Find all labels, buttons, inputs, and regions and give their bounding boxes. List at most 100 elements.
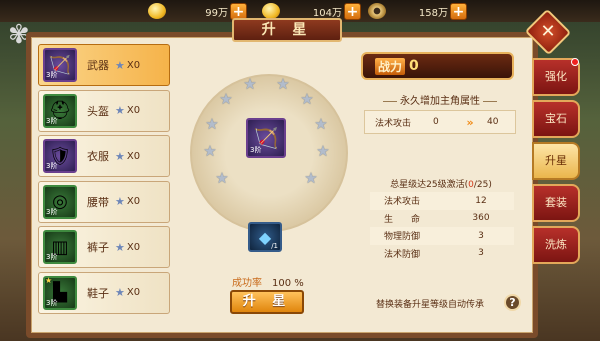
tab-star-upgrade[interactable]: 升星 — [532, 142, 580, 180]
double-arrow-icon: » — [466, 115, 474, 129]
tab-gem[interactable]: 宝石 — [532, 100, 580, 138]
attribute-next: 40 — [487, 117, 499, 127]
side-tabs: 强化 宝石 升星 套装 洗炼 — [532, 58, 580, 268]
item-name: 腰带 — [87, 195, 109, 209]
item-name: 鞋子 — [87, 286, 109, 300]
star-icon: ★ — [215, 169, 229, 187]
equipment-list[interactable]: 🏹 3阶 武器 ★ X0 ⛑ 3阶 头盔 ★ X0 🛡 3阶 衣服 ★ X0 ◎ 3阶 … — [38, 44, 170, 314]
item-star-count: X0 — [126, 150, 141, 162]
stat-value: 3 — [478, 230, 484, 241]
item-level: 3阶 — [46, 207, 58, 216]
inherit-note: 替换装备升星等级自动传承 — [376, 300, 485, 310]
stat-value: 12 — [475, 195, 487, 206]
item-star-count: X0 — [126, 105, 141, 116]
star-icon: ★ — [314, 115, 328, 133]
item-level: 3阶 — [46, 71, 58, 79]
stat-name: 法术防御 — [384, 249, 421, 260]
equipment-item-weapon[interactable]: 🏹 3阶 武器 ★ X0 — [38, 44, 170, 86]
belt-icon: ◎ 3阶 — [43, 184, 77, 219]
add-currency-button[interactable]: + — [344, 2, 361, 20]
currency-value: 104万 — [312, 7, 342, 19]
star-icon: ★ — [115, 104, 125, 117]
permanent-bonus-heading: 永久增加主角属性 — [370, 92, 510, 107]
star-icon: ★ — [316, 142, 330, 160]
permanent-attribute-row: 法术攻击 0 » 40 — [364, 110, 516, 134]
blue-gem-icon: ◆ — [258, 227, 272, 247]
pants-icon: ▥ 3阶 — [43, 230, 77, 264]
close-icon: ✕ — [540, 21, 556, 42]
item-name: 衣服 — [87, 150, 109, 163]
stat-row: 物理防御 3 — [370, 227, 514, 245]
stat-value: 3 — [478, 248, 484, 259]
star-icon: ★ — [115, 195, 125, 208]
item-level: 3阶 — [250, 146, 262, 154]
currency-value: 99万 — [205, 7, 228, 19]
helmet-icon: ⛑ 3阶 — [43, 93, 77, 128]
star-upgrade-button[interactable]: 升 星 — [230, 290, 304, 314]
success-rate-label: 成功率 — [232, 278, 262, 289]
equipment-item-boots[interactable]: ★ ▙ 3阶 鞋子 ★ X0 — [38, 271, 170, 314]
star-icon: ★ — [115, 58, 125, 72]
coin-icon — [368, 3, 386, 19]
success-rate-value: 100 % — [272, 278, 304, 289]
selected-equipment-slot[interactable]: 🏹 3阶 — [246, 118, 286, 158]
star-icon: ★ — [203, 142, 217, 160]
combat-power-label: 战力 — [375, 57, 406, 75]
item-star-count: X0 — [126, 287, 141, 298]
item-star-count: X0 — [126, 59, 141, 71]
total-suffix: /25) — [473, 180, 492, 190]
stat-row: 法术攻击 12 — [370, 192, 514, 210]
tab-refine[interactable]: 洗炼 — [532, 226, 580, 264]
item-level: 3阶 — [46, 116, 58, 125]
star-icon: ★ — [300, 90, 314, 108]
tab-set[interactable]: 套装 — [532, 184, 580, 222]
success-rate: 成功率 100 % — [232, 274, 304, 289]
star-icon: ★ — [219, 90, 233, 108]
stat-row: 生 命 360 — [370, 210, 514, 228]
star-icon: ★ — [243, 75, 257, 93]
item-star-count: X0 — [126, 241, 141, 253]
item-level: 3阶 — [46, 298, 58, 307]
combat-power: 战力 0 — [361, 52, 514, 80]
gold-ingot-icon — [262, 3, 280, 19]
item-level: 3阶 — [46, 253, 58, 261]
item-name: 头盔 — [87, 104, 109, 118]
material-count: /1 — [271, 242, 278, 250]
boots-icon: ★ ▙ 3阶 — [43, 275, 77, 310]
stat-row: 法术防御 3 — [370, 245, 514, 263]
star-icon: ★ — [276, 75, 290, 93]
upgrade-material-slot[interactable]: ◆ /1 — [248, 222, 282, 252]
stat-name: 法术攻击 — [384, 197, 421, 208]
star-icon: ★ — [304, 169, 318, 187]
help-button[interactable]: ? — [504, 294, 521, 311]
currency-value: 158万 — [418, 7, 448, 19]
attribute-current: 0 — [433, 117, 439, 127]
equipment-item-pants[interactable]: ▥ 3阶 裤子 ★ X0 — [38, 226, 170, 268]
star-icon: ★ — [205, 115, 219, 133]
star-icon: ★ — [115, 286, 125, 299]
star-icon: ★ — [115, 240, 125, 254]
total-prefix: 总星级达25级激活( — [390, 180, 469, 190]
stat-value: 360 — [472, 213, 490, 224]
attribute-name: 法术攻击 — [375, 118, 412, 129]
equipment-item-belt[interactable]: ◎ 3阶 腰带 ★ X0 — [38, 180, 170, 223]
star-icon: ★ — [45, 275, 53, 285]
stat-name: 物理防御 — [384, 232, 421, 243]
bow-icon: 🏹 3阶 — [43, 48, 77, 82]
currency-ingot-1: 99万 + — [148, 2, 247, 20]
total-star-activation: 总星级达25级激活(0/25) — [366, 177, 516, 190]
currency-coin: 158万 + — [368, 2, 467, 20]
equipment-item-armor[interactable]: 🛡 3阶 衣服 ★ X0 — [38, 135, 170, 177]
item-name: 武器 — [87, 59, 109, 72]
combat-power-value: 0 — [409, 58, 419, 74]
armor-icon: 🛡 3阶 — [43, 139, 77, 173]
item-name: 裤子 — [87, 241, 109, 254]
gold-ingot-icon — [148, 3, 166, 19]
star-icon: ★ — [115, 149, 125, 163]
add-currency-button[interactable]: + — [230, 2, 247, 20]
equipment-item-helmet[interactable]: ⛑ 3阶 头盔 ★ X0 — [38, 89, 170, 132]
item-star-count: X0 — [126, 196, 141, 207]
panel-title: 升 星 — [232, 18, 342, 42]
stat-name: 生 命 — [384, 214, 421, 225]
add-currency-button[interactable]: + — [450, 2, 467, 20]
